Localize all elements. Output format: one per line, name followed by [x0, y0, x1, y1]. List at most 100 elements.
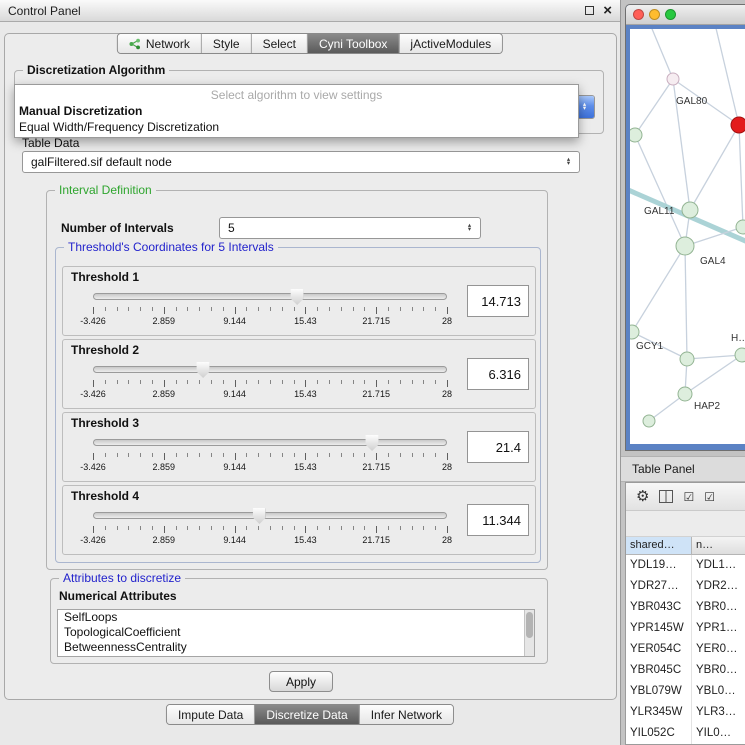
- table-row[interactable]: YBR043CYBR0…: [626, 597, 745, 618]
- ruler-tick: [211, 526, 212, 530]
- network-node[interactable]: [676, 237, 694, 255]
- threshold-value-field[interactable]: 14.713: [467, 285, 529, 317]
- table-row[interactable]: YLR345WYLR3…: [626, 702, 745, 723]
- slider-ruler: [93, 380, 447, 387]
- network-node[interactable]: [682, 202, 698, 218]
- network-graph: GAL80GAL11GAL4GCY1HAP2H…: [630, 29, 745, 446]
- network-edge[interactable]: [685, 246, 687, 359]
- list-item[interactable]: SelfLoops: [58, 610, 534, 625]
- network-node[interactable]: [630, 128, 642, 142]
- network-node[interactable]: [731, 117, 745, 133]
- ruler-tick: [211, 453, 212, 457]
- network-node-label: GAL11: [644, 206, 675, 217]
- list-scrollbar[interactable]: [524, 610, 534, 656]
- network-node[interactable]: [678, 387, 692, 401]
- network-node[interactable]: [735, 348, 745, 362]
- scrollbar-thumb[interactable]: [526, 612, 533, 638]
- table-row[interactable]: YER054CYER0…: [626, 639, 745, 660]
- network-node[interactable]: [643, 415, 655, 427]
- ruler-tick: [341, 380, 342, 384]
- scale-label: 9.144: [223, 389, 246, 399]
- scale-label: 2.859: [153, 316, 176, 326]
- apply-button[interactable]: Apply: [269, 671, 333, 692]
- threshold-value-field[interactable]: 21.4: [467, 431, 529, 463]
- table-row[interactable]: YDL19…YDL1…: [626, 555, 745, 576]
- table-data-combobox[interactable]: galFiltered.sif default node ▴ ▾: [22, 151, 580, 173]
- threshold-slider[interactable]: -3.4262.8599.14415.4321.71528: [73, 285, 457, 333]
- ruler-tick: [305, 453, 306, 460]
- threshold-value-field[interactable]: 11.344: [467, 504, 529, 536]
- threshold-slider[interactable]: -3.4262.8599.14415.4321.71528: [73, 504, 457, 552]
- tab-jactivemodules[interactable]: jActiveModules: [399, 34, 502, 53]
- combobox-stepper[interactable]: ▴ ▾: [561, 158, 576, 167]
- columns-icon[interactable]: [659, 490, 673, 503]
- combobox-stepper[interactable]: ▴ ▾: [462, 224, 477, 233]
- network-edge[interactable]: [635, 79, 673, 135]
- ruler-tick: [235, 453, 236, 460]
- threshold-label: Threshold 1: [71, 270, 139, 284]
- scale-label: 21.715: [362, 462, 390, 472]
- network-edge[interactable]: [739, 125, 743, 227]
- dropdown-placeholder-option[interactable]: Select algorithm to view settings: [15, 87, 578, 103]
- slider-track[interactable]: [93, 366, 447, 373]
- network-node[interactable]: [736, 220, 745, 234]
- minimize-traffic-light[interactable]: [649, 9, 660, 20]
- float-window-icon[interactable]: [585, 6, 594, 15]
- ruler-tick: [412, 453, 413, 457]
- column-header-name[interactable]: n…: [692, 537, 745, 554]
- dropdown-option-equal-width-frequency-discretization[interactable]: Equal Width/Frequency Discretization: [15, 119, 578, 135]
- threshold-slider[interactable]: -3.4262.8599.14415.4321.71528: [73, 431, 457, 479]
- table-row[interactable]: YBL079WYBL0…: [626, 681, 745, 702]
- attributes-list[interactable]: SelfLoopsTopologicalCoefficientBetweenne…: [57, 609, 535, 657]
- table-cell-shared-name: YIL052C: [626, 723, 692, 744]
- slider-track[interactable]: [93, 293, 447, 300]
- tab-network[interactable]: Network: [118, 34, 202, 53]
- network-edge[interactable]: [650, 29, 673, 79]
- network-edge[interactable]: [632, 246, 685, 332]
- ruler-tick: [423, 380, 424, 384]
- network-canvas[interactable]: GAL80GAL11GAL4GCY1HAP2H…: [630, 29, 745, 444]
- ruler-tick: [164, 307, 165, 314]
- ruler-tick: [412, 380, 413, 384]
- ruler-tick: [235, 380, 236, 387]
- slider-thumb[interactable]: [197, 362, 210, 378]
- column-header-shared-name[interactable]: shared…: [626, 537, 692, 554]
- slider-thumb[interactable]: [253, 508, 266, 524]
- network-edge[interactable]: [687, 355, 742, 359]
- network-edge[interactable]: [690, 125, 739, 210]
- zoom-traffic-light[interactable]: [665, 9, 676, 20]
- tab-discretize-data[interactable]: Discretize Data: [255, 705, 359, 724]
- close-traffic-light[interactable]: [633, 9, 644, 20]
- tab-infer-network[interactable]: Infer Network: [360, 705, 453, 724]
- number-of-intervals-combobox[interactable]: 5 ▴ ▾: [219, 217, 481, 239]
- network-edge[interactable]: [635, 135, 685, 246]
- close-window-icon[interactable]: ×: [603, 6, 612, 16]
- table-row[interactable]: YPR145WYPR1…: [626, 618, 745, 639]
- slider-thumb[interactable]: [291, 289, 304, 305]
- checkbox-icon[interactable]: ☑: [683, 491, 694, 503]
- tab-cyni-toolbox[interactable]: Cyni Toolbox: [308, 34, 399, 53]
- dropdown-option-manual-discretization[interactable]: Manual Discretization: [15, 103, 578, 119]
- network-node[interactable]: [680, 352, 694, 366]
- control-panel-titlebar[interactable]: Control Panel ×: [0, 0, 620, 22]
- tab-impute-data[interactable]: Impute Data: [167, 705, 255, 724]
- table-row[interactable]: YIL052CYIL0…: [626, 723, 745, 744]
- table-row[interactable]: YBR045CYBR0…: [626, 660, 745, 681]
- thresholds-group-title: Threshold's Coordinates for 5 Intervals: [64, 240, 278, 254]
- network-node[interactable]: [630, 325, 639, 339]
- slider-thumb[interactable]: [366, 435, 379, 451]
- gear-icon[interactable]: ⚙: [636, 489, 649, 504]
- list-item[interactable]: BetweennessCentrality: [58, 640, 534, 655]
- slider-track[interactable]: [93, 512, 447, 519]
- list-item[interactable]: TopologicalCoefficient: [58, 625, 534, 640]
- threshold-slider[interactable]: -3.4262.8599.14415.4321.71528: [73, 358, 457, 406]
- network-window-titlebar[interactable]: [626, 5, 745, 25]
- threshold-value-field[interactable]: 6.316: [467, 358, 529, 390]
- ruler-tick: [270, 526, 271, 530]
- tab-style[interactable]: Style: [202, 34, 252, 53]
- slider-track[interactable]: [93, 439, 447, 446]
- network-node[interactable]: [667, 73, 679, 85]
- tab-select[interactable]: Select: [252, 34, 308, 53]
- table-row[interactable]: YDR27…YDR2…: [626, 576, 745, 597]
- checkbox-icon[interactable]: ☑: [704, 491, 715, 503]
